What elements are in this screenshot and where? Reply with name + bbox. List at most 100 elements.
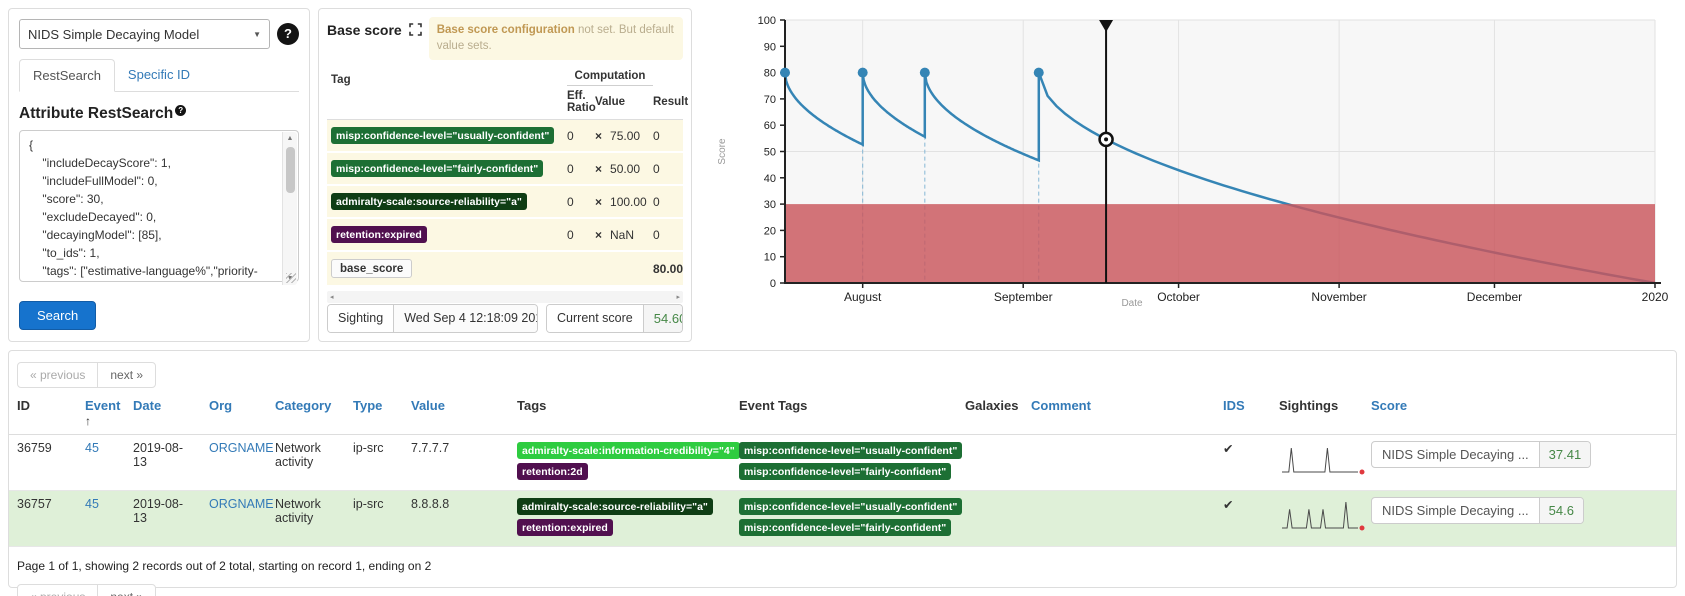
attr-event-tags: misp:confidence-level="usually-confident… [731,491,957,546]
score-value: 37.41 [1539,442,1591,467]
result-value: 0 [653,228,679,242]
svg-text:60: 60 [764,120,776,132]
svg-text:0: 0 [770,278,776,290]
sighting-dot[interactable] [780,68,790,78]
next-page-button[interactable]: next » [97,362,156,388]
attr-category: Network activity [267,435,345,475]
decay-score-chart[interactable]: 0102030405060708090100AugustSeptemberOct… [700,0,1685,320]
tag-badge[interactable]: retention:2d [517,463,588,480]
decay-score-box[interactable]: NIDS Simple Decaying ... 37.41 [1371,441,1591,468]
ids-check-icon: ✔ [1215,491,1271,518]
event-link[interactable]: 45 [85,497,99,511]
base-score-panel: Base score Base score configuration not … [318,8,692,342]
col-result: Result [653,96,688,108]
svg-text:80: 80 [764,68,776,80]
col-ids[interactable]: IDS [1215,392,1271,434]
col-value: Value [595,96,653,108]
col-comment[interactable]: Comment [1023,392,1215,434]
sort-asc-icon: ↑ [85,414,91,428]
event-link[interactable]: 45 [85,441,99,455]
attr-id: 36759 [9,435,77,461]
pagination-summary: Page 1 of 1, showing 2 records out of 2 … [17,559,1668,573]
eff-ratio-value: 0 [567,195,595,209]
tag-badge[interactable]: retention:expired [331,226,427,243]
sighting-box: Sighting Wed Sep 4 12:18:09 2019 [327,304,538,333]
expand-icon[interactable] [409,17,422,41]
tag-badge[interactable]: misp:confidence-level="fairly-confident" [739,519,951,536]
restsearch-query-input[interactable]: { "includeDecayScore": 1, "includeFullMo… [19,130,299,282]
decaying-model-select[interactable]: NIDS Simple Decaying Model ▼ [19,19,270,49]
attr-value: 7.7.7.7 [403,435,509,461]
resize-grip-icon[interactable] [286,273,296,283]
tag-badge[interactable]: misp:confidence-level="usually-confident… [331,127,554,144]
col-org[interactable]: Org [201,392,267,434]
svg-text:40: 40 [764,173,776,185]
decay-score-box[interactable]: NIDS Simple Decaying ... 54.6 [1371,497,1584,524]
previous-page-button[interactable]: « previous [17,362,98,388]
scroll-up-icon[interactable]: ▲ [287,135,294,142]
tag-badge[interactable]: misp:confidence-level="fairly-confident" [739,463,951,480]
org-link[interactable]: ORGNAME [209,497,274,511]
restsearch-panel: NIDS Simple Decaying Model ▼ ? RestSearc… [8,8,310,342]
attr-type: ip-src [345,491,403,517]
decaying-model-select-value: NIDS Simple Decaying Model [28,27,199,42]
svg-text:100: 100 [758,15,776,27]
svg-text:December: December [1467,290,1522,304]
col-date[interactable]: Date [125,392,201,434]
tag-badge[interactable]: misp:confidence-level="usually-confident… [739,442,962,459]
attr-comment [1023,491,1215,503]
multiply-icon: × [595,129,602,143]
result-value: 0 [653,195,679,209]
scrollbar-thumb[interactable] [286,147,295,193]
svg-text:2020: 2020 [1642,290,1669,304]
base-score-title: Base score [327,17,402,38]
scroll-left-icon[interactable]: ◂ [330,293,334,301]
sighting-dot[interactable] [858,68,868,78]
score-model-name: NIDS Simple Decaying ... [1372,498,1539,523]
attr-tags: admiralty-scale:information-credibility=… [509,435,731,490]
base-score-row: admiralty-scale:source-reliability="a" 0… [327,186,683,219]
tag-badge[interactable]: misp:confidence-level="usually-confident… [739,498,962,515]
restsearch-heading-text: Attribute RestSearch [19,105,173,122]
col-value[interactable]: Value [403,392,509,434]
col-id: ID [9,392,77,434]
col-eff-ratio: Eff. Ratio [567,90,595,114]
col-tag: Tag [331,74,567,86]
tag-badge[interactable]: admiralty-scale:source-reliability="a" [331,193,527,210]
next-page-button[interactable]: next » [97,584,156,596]
svg-text:70: 70 [764,94,776,106]
tag-badge[interactable]: retention:expired [517,519,613,536]
multiply-icon: × [595,162,602,176]
tag-badge[interactable]: admiralty-scale:source-reliability="a" [517,498,713,515]
previous-page-button[interactable]: « previous [17,584,98,596]
sighting-dot[interactable] [920,68,930,78]
col-sightings: Sightings [1271,392,1363,434]
multiply-icon: × [595,228,602,242]
col-category[interactable]: Category [267,392,345,434]
sightings-sparkline[interactable] [1279,441,1367,479]
scroll-right-icon[interactable]: ▸ [676,293,680,301]
eff-ratio-value: 0 [567,228,595,242]
model-help-button[interactable]: ? [277,23,299,45]
tab-specific-id[interactable]: Specific ID [115,59,203,91]
attribute-table-header: ID Event ↑ Date Org Category Type Value … [9,392,1676,435]
col-type[interactable]: Type [345,392,403,434]
search-button[interactable]: Search [19,301,96,330]
eff-ratio-value: 0 [567,162,595,176]
sighting-dot[interactable] [1034,68,1044,78]
col-event[interactable]: Event ↑ [77,392,125,434]
attribute-row: 36757 45 2019-08-13 ORGNAME Network acti… [9,491,1676,547]
col-score[interactable]: Score [1363,392,1676,434]
svg-text:September: September [994,290,1053,304]
tag-badge[interactable]: misp:confidence-level="fairly-confident" [331,160,543,177]
horizontal-scrollbar[interactable]: ◂ ▸ [327,291,683,303]
misp-decaying-tool-page: NIDS Simple Decaying Model ▼ ? RestSearc… [0,0,1685,596]
attr-id: 36757 [9,491,77,517]
tag-badge[interactable]: admiralty-scale:information-credibility=… [517,442,740,459]
sightings-sparkline[interactable] [1279,497,1367,535]
heading-help-icon[interactable]: ? [175,105,186,116]
score-model-name: NIDS Simple Decaying ... [1372,442,1539,467]
result-value: 0 [653,129,679,143]
org-link[interactable]: ORGNAME [209,441,274,455]
tab-restsearch[interactable]: RestSearch [19,59,115,92]
